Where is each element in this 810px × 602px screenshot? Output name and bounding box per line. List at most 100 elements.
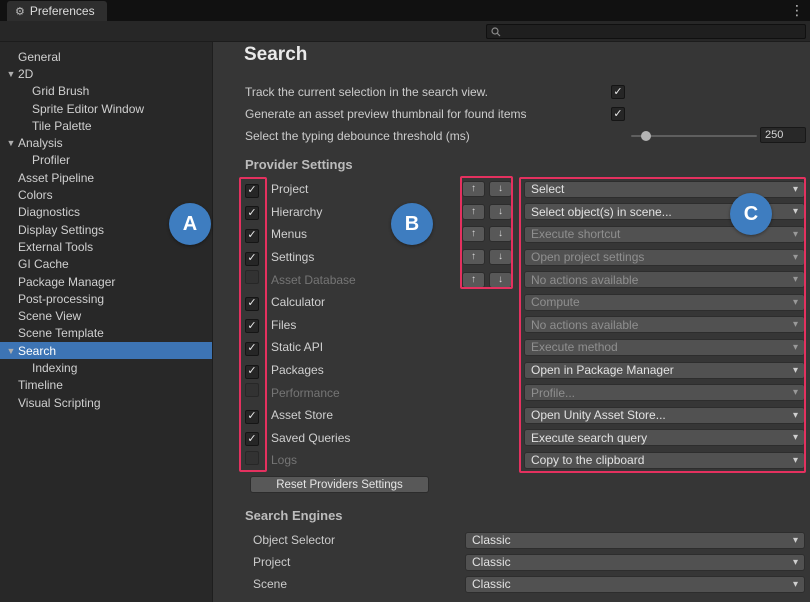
provider-checkbox[interactable] (245, 270, 259, 284)
sidebar-item-analysis[interactable]: ▼Analysis (0, 134, 212, 151)
reorder-buttons: ↑↓ (462, 226, 514, 242)
sidebar-item-general[interactable]: General (0, 48, 212, 65)
debounce-value-field[interactable] (760, 127, 806, 143)
sidebar-item-gi-cache[interactable]: GI Cache (0, 256, 212, 273)
sidebar-item-indexing[interactable]: Indexing (0, 359, 212, 376)
dropdown-value: Open Unity Asset Store... (531, 408, 789, 422)
provider-row-performance: PerformanceProfile...▾ (245, 381, 805, 404)
provider-checkbox[interactable] (245, 383, 259, 397)
provider-checkbox[interactable]: ✓ (245, 342, 259, 356)
provider-row-saved-queries: ✓Saved QueriesExecute search query▾ (245, 427, 805, 450)
setting-checkbox[interactable]: ✓ (611, 107, 625, 121)
engine-dropdown[interactable]: Classic▾ (465, 532, 805, 549)
reset-providers-button[interactable]: Reset Providers Settings (250, 476, 429, 493)
default-action-dropdown[interactable]: Compute▾ (524, 294, 805, 311)
move-down-button[interactable]: ↓ (489, 204, 512, 220)
move-up-button[interactable]: ↑ (462, 226, 485, 242)
dropdown-value: No actions available (531, 318, 789, 332)
sidebar-item-label: GI Cache (18, 257, 69, 271)
provider-checkbox[interactable]: ✓ (245, 319, 259, 333)
provider-checkbox[interactable]: ✓ (245, 252, 259, 266)
sidebar-item-asset-pipeline[interactable]: Asset Pipeline (0, 169, 212, 186)
provider-checkbox[interactable]: ✓ (245, 432, 259, 446)
move-down-button[interactable]: ↓ (489, 226, 512, 242)
setting-checkbox[interactable]: ✓ (611, 85, 625, 99)
move-up-button[interactable]: ↑ (462, 181, 485, 197)
kebab-menu-icon[interactable]: ⋮ (790, 2, 804, 19)
search-field[interactable] (486, 24, 806, 39)
sidebar-item-post-processing[interactable]: Post-processing (0, 290, 212, 307)
engine-row-project: ProjectClassic▾ (245, 551, 805, 573)
provider-name: Project (271, 182, 462, 196)
provider-checkbox[interactable]: ✓ (245, 184, 259, 198)
move-up-button[interactable]: ↑ (462, 204, 485, 220)
dropdown-value: Execute method (531, 340, 789, 354)
provider-checkbox[interactable]: ✓ (245, 206, 259, 220)
sidebar-item-timeline[interactable]: Timeline (0, 377, 212, 394)
move-up-button[interactable]: ↑ (462, 272, 485, 288)
sidebar: General▼2D Grid Brush Sprite Editor Window… (0, 42, 213, 602)
sidebar-item-label: Diagnostics (18, 205, 80, 219)
provider-name: Packages (271, 363, 462, 377)
default-action-dropdown[interactable]: Execute search query▾ (524, 429, 805, 446)
debounce-slider[interactable] (631, 135, 757, 137)
default-action-dropdown[interactable]: Open project settings▾ (524, 249, 805, 266)
default-action-dropdown[interactable]: No actions available▾ (524, 316, 805, 333)
sidebar-item-grid-brush[interactable]: Grid Brush (0, 83, 212, 100)
move-down-button[interactable]: ↓ (489, 249, 512, 265)
move-down-button[interactable]: ↓ (489, 181, 512, 197)
default-action-dropdown[interactable]: No actions available▾ (524, 271, 805, 288)
dropdown-value: No actions available (531, 273, 789, 287)
provider-row-packages: ✓ Packages Open in Package Manager▾ (245, 359, 805, 382)
sidebar-item-profiler[interactable]: Profiler (0, 152, 212, 169)
default-action-dropdown[interactable]: Execute method ▾ (524, 339, 805, 356)
foldout-arrow-icon[interactable]: ▼ (4, 138, 18, 148)
move-up-button[interactable]: ↑ (462, 249, 485, 265)
foldout-arrow-icon[interactable]: ▼ (4, 346, 18, 356)
sidebar-item-scene-template[interactable]: Scene Template (0, 325, 212, 342)
sidebar-item-tile-palette[interactable]: Tile Palette (0, 117, 212, 134)
preferences-tab[interactable]: ⚙ Preferences (7, 1, 107, 21)
sidebar-item-search[interactable]: ▼Search (0, 342, 212, 359)
tab-label: Preferences (30, 4, 95, 18)
provider-checkbox[interactable]: ✓ (245, 365, 259, 379)
annotation-circle-c: C (730, 193, 772, 235)
search-engines-title: Search Engines (245, 508, 343, 523)
sidebar-item-visual-scripting[interactable]: Visual Scripting (0, 394, 212, 411)
chevron-down-icon: ▾ (793, 432, 798, 443)
default-action-dropdown[interactable]: Profile...▾ (524, 384, 805, 401)
sidebar-item-label: Grid Brush (32, 84, 89, 98)
provider-checkbox-cell: ✓ (245, 180, 271, 198)
provider-settings-title: Provider Settings (245, 157, 353, 172)
default-action-dropdown[interactable]: Select▾ (524, 181, 805, 198)
provider-checkbox[interactable]: ✓ (245, 410, 259, 424)
chevron-down-icon: ▾ (793, 387, 798, 398)
sidebar-item-sprite-editor-window[interactable]: Sprite Editor Window (0, 100, 212, 117)
provider-row-static-api: ✓Static APIExecute method▾ (245, 336, 805, 359)
provider-checkbox[interactable] (245, 451, 259, 465)
sidebar-item-label: Display Settings (18, 223, 104, 237)
provider-name: Menus (271, 227, 462, 241)
engine-label: Object Selector (245, 533, 465, 547)
provider-checkbox[interactable]: ✓ (245, 229, 259, 243)
provider-checkbox[interactable]: ✓ (245, 297, 259, 311)
default-action-dropdown[interactable]: Open Unity Asset Store... ▾ (524, 407, 805, 424)
engine-dropdown[interactable]: Classic▾ (465, 554, 805, 571)
default-action-dropdown[interactable]: Copy to the clipboard▾ (524, 452, 805, 469)
provider-name: Hierarchy (271, 205, 462, 219)
engine-dropdown[interactable]: Classic▾ (465, 576, 805, 593)
provider-checkbox-cell: ✓ (245, 406, 271, 424)
sidebar-item-colors[interactable]: Colors (0, 186, 212, 203)
chevron-down-icon: ▾ (793, 342, 798, 353)
engine-rows: Object SelectorClassic▾ProjectClassic▾Sc… (245, 529, 805, 595)
setting-row-track-selection: Track the current selection in the searc… (245, 84, 805, 100)
move-down-button[interactable]: ↓ (489, 272, 512, 288)
chevron-down-icon: ▾ (793, 410, 798, 421)
default-action-dropdown[interactable]: Open in Package Manager▾ (524, 362, 805, 379)
sidebar-item-2d[interactable]: ▼2D (0, 65, 212, 82)
foldout-arrow-icon[interactable]: ▼ (4, 69, 18, 79)
sidebar-item-scene-view[interactable]: Scene View (0, 307, 212, 324)
provider-row-project: ✓ Project↑↓ Select▾ (245, 178, 805, 201)
sidebar-item-package-manager[interactable]: Package Manager (0, 273, 212, 290)
search-input[interactable] (504, 26, 801, 38)
